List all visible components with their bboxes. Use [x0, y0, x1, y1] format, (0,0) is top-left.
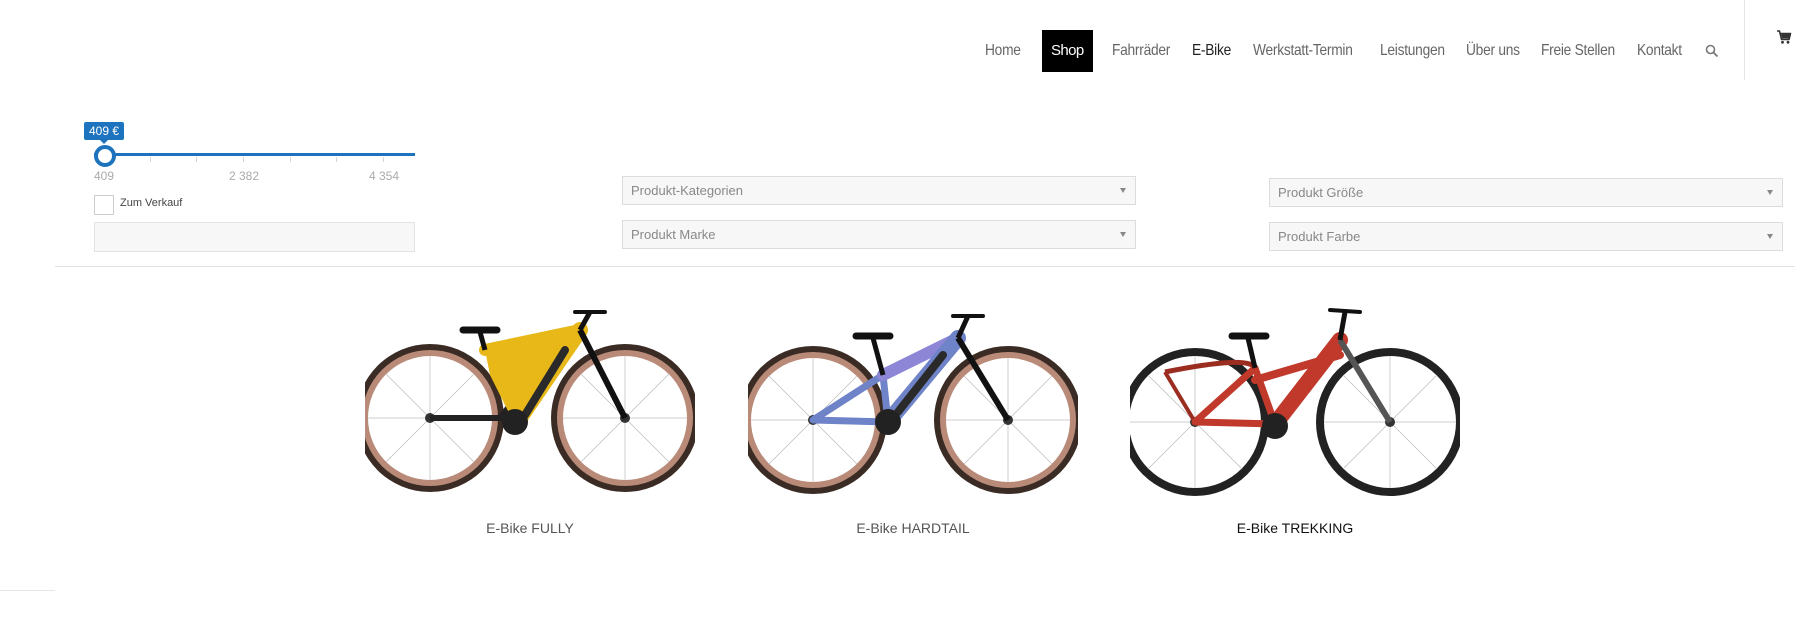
product-label-fully[interactable]: E-Bike FULLY: [365, 520, 695, 536]
nav-fahrraeder[interactable]: Fahrräder: [1112, 30, 1170, 72]
price-slider-handle[interactable]: [94, 145, 116, 167]
chevron-down-icon: [1120, 188, 1126, 193]
product-card-hardtail[interactable]: E-Bike HARDTAIL: [748, 300, 1078, 545]
chevron-down-icon: [1767, 190, 1773, 195]
search-icon[interactable]: [1705, 44, 1719, 58]
ebike-fully-image: [365, 310, 695, 492]
nav-freie-stellen[interactable]: Freie Stellen: [1541, 30, 1615, 72]
nav-leistungen[interactable]: Leistungen: [1380, 30, 1445, 72]
price-slider-track[interactable]: [94, 153, 415, 156]
category-select-value: Produkt-Kategorien: [631, 183, 744, 198]
cart-icon[interactable]: [1776, 29, 1792, 45]
product-card-fully[interactable]: E-Bike FULLY: [365, 300, 695, 545]
slider-tick: [150, 157, 151, 162]
main-nav: Home Shop Fahrräder E-Bike Werkstatt-Ter…: [0, 30, 1811, 72]
brand-select[interactable]: Produkt Marke: [622, 220, 1136, 249]
price-min-label: 409: [94, 169, 115, 183]
slider-tick: [383, 157, 384, 162]
ebike-trekking-image: [1130, 308, 1460, 496]
chevron-down-icon: [1120, 232, 1126, 237]
sale-checkbox[interactable]: [94, 195, 114, 215]
price-max-label: 4 354: [369, 169, 400, 183]
size-select-value: Produkt Größe: [1278, 185, 1364, 200]
category-select[interactable]: Produkt-Kategorien: [622, 176, 1136, 205]
slider-tick: [336, 157, 337, 162]
slider-tick: [243, 157, 244, 162]
ebike-hardtail-image: [748, 314, 1078, 494]
color-select[interactable]: Produkt Farbe: [1269, 222, 1783, 251]
nav-ebike[interactable]: E-Bike: [1192, 30, 1231, 72]
chevron-down-icon: [1767, 234, 1773, 239]
price-value-badge: 409 €: [84, 122, 125, 144]
price-mid-label: 2 382: [229, 169, 260, 183]
color-select-value: Produkt Farbe: [1278, 229, 1361, 244]
filter-empty-field: [94, 222, 415, 252]
nav-kontakt[interactable]: Kontakt: [1637, 30, 1682, 72]
nav-home[interactable]: Home: [985, 30, 1021, 72]
header-divider: [1744, 0, 1745, 80]
brand-select-value: Produkt Marke: [631, 227, 716, 242]
product-label-hardtail[interactable]: E-Bike HARDTAIL: [748, 520, 1078, 536]
sale-label: Zum Verkauf: [120, 197, 183, 209]
nav-werkstatt-termin[interactable]: Werkstatt-Termin: [1253, 30, 1353, 72]
product-label-trekking[interactable]: E-Bike TREKKING: [1130, 520, 1460, 536]
footer-divider: [0, 590, 55, 591]
size-select[interactable]: Produkt Größe: [1269, 178, 1783, 207]
nav-shop[interactable]: Shop: [1042, 30, 1093, 72]
slider-tick: [290, 157, 291, 162]
section-divider: [55, 266, 1795, 267]
product-card-trekking[interactable]: E-Bike TREKKING: [1130, 300, 1460, 545]
slider-tick: [196, 157, 197, 162]
nav-ueber-uns[interactable]: Über uns: [1466, 30, 1520, 72]
